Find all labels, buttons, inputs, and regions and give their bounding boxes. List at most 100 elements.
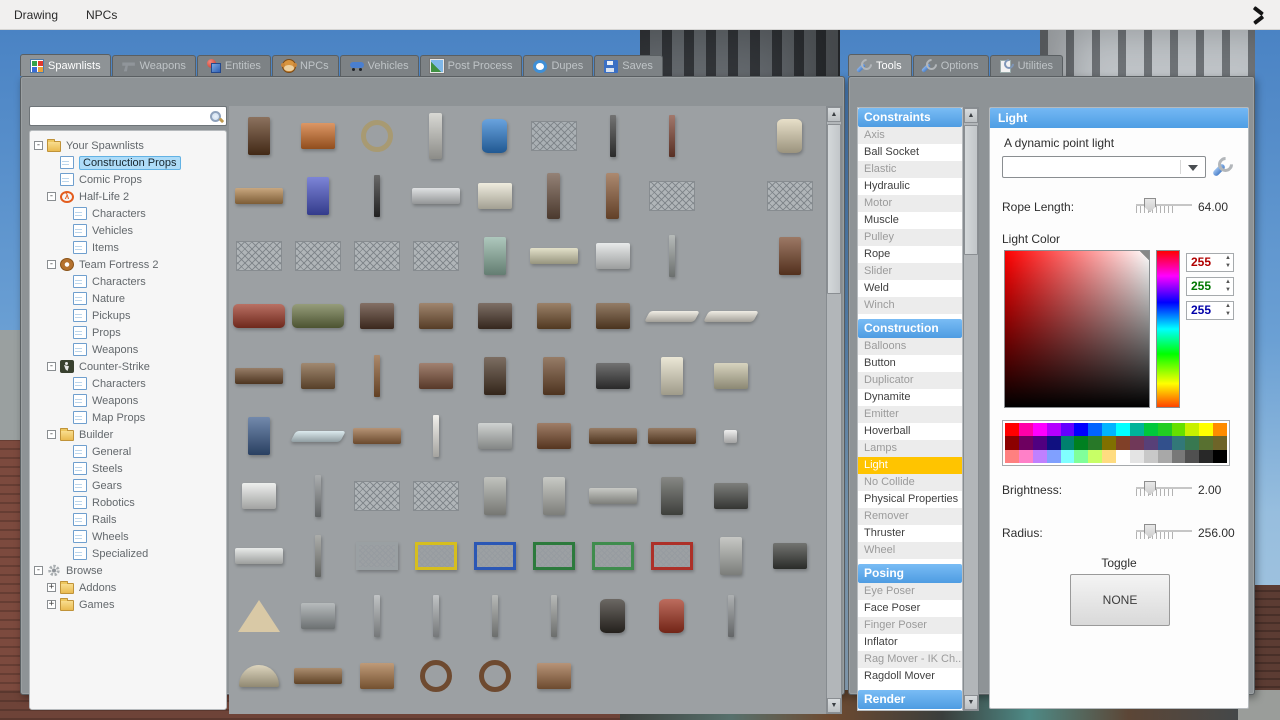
palette-swatch[interactable]: [1157, 449, 1172, 463]
palette-swatch[interactable]: [1046, 436, 1061, 450]
palette-swatch[interactable]: [1199, 423, 1214, 437]
prop-trash-bag[interactable]: [772, 543, 807, 569]
tree-item-weapons[interactable]: Weapons: [34, 341, 224, 358]
palette-swatch[interactable]: [1102, 449, 1116, 463]
prop-radiator[interactable]: [713, 363, 748, 389]
tree-item-rails[interactable]: Rails: [34, 511, 224, 528]
tree-item-comic-props[interactable]: Comic Props: [34, 171, 224, 188]
scroll-down-arrow[interactable]: ▼: [964, 695, 978, 710]
prop-lamp-post[interactable]: [373, 175, 380, 217]
tree-item-vehicles[interactable]: Vehicles: [34, 222, 224, 239]
preset-wrench-icon[interactable]: [1214, 157, 1234, 177]
prop-vent[interactable]: [536, 663, 571, 689]
palette-swatch[interactable]: [1060, 436, 1075, 450]
tool-item-physical-properties[interactable]: Physical Properties: [858, 491, 962, 508]
prop-ladder[interactable]: [432, 595, 439, 637]
palette-swatch[interactable]: [1032, 436, 1047, 450]
prop-lamp-shade[interactable]: [237, 600, 280, 632]
tool-item-winch[interactable]: Winch: [858, 297, 962, 314]
palette-swatch[interactable]: [1060, 449, 1075, 463]
palette-swatch[interactable]: [1143, 423, 1158, 437]
prop-ladder[interactable]: [373, 595, 380, 637]
prop-propane-tank[interactable]: [777, 119, 802, 153]
spin-arrows[interactable]: ▲ ▼: [1225, 302, 1231, 318]
prop-street-lamp[interactable]: [314, 475, 321, 517]
tree-item-browse[interactable]: - Browse: [34, 562, 224, 579]
prop-wood-rack[interactable]: [352, 428, 401, 444]
prop-cabinet[interactable]: [542, 357, 565, 395]
prop-cage-red[interactable]: [650, 542, 693, 570]
palette-swatch[interactable]: [1213, 436, 1227, 450]
tool-item-weld[interactable]: Weld: [858, 280, 962, 297]
tab-post-process[interactable]: Post Process: [419, 55, 523, 76]
prop-table[interactable]: [588, 428, 637, 444]
prop-sink[interactable]: [432, 415, 439, 457]
prop-monument[interactable]: [660, 477, 683, 515]
prop-wire-gate[interactable]: [353, 241, 400, 271]
tab-utilities[interactable]: Utilities: [989, 55, 1064, 76]
tool-item-muscle[interactable]: Muscle: [858, 212, 962, 229]
palette-swatch[interactable]: [1018, 449, 1033, 463]
tool-item-thruster[interactable]: Thruster: [858, 525, 962, 542]
tree-expander[interactable]: -: [47, 192, 56, 201]
prop-cage-gray[interactable]: [355, 542, 398, 570]
tree-item-builder[interactable]: - Builder: [34, 426, 224, 443]
prop-wire-fence[interactable]: [412, 481, 459, 511]
tree-expander[interactable]: -: [34, 141, 43, 150]
tool-item-hydraulic[interactable]: Hydraulic: [858, 178, 962, 195]
palette-swatch[interactable]: [1046, 449, 1061, 463]
prop-wire-fence[interactable]: [412, 241, 459, 271]
menu-item-drawing[interactable]: Drawing: [0, 0, 72, 30]
prop-gravestone[interactable]: [483, 477, 506, 515]
hue-bar[interactable]: [1156, 250, 1180, 408]
tool-item-no-collide[interactable]: No Collide: [858, 474, 962, 491]
tree-item-games[interactable]: + Games: [34, 596, 224, 613]
tree-item-props[interactable]: Props: [34, 324, 224, 341]
tool-item-pulley[interactable]: Pulley: [858, 229, 962, 246]
palette-swatch[interactable]: [1102, 436, 1116, 450]
tree-item-characters[interactable]: Characters: [34, 375, 224, 392]
palette-swatch[interactable]: [1005, 449, 1019, 463]
scroll-down-arrow[interactable]: ▼: [827, 698, 841, 713]
prop-desk[interactable]: [418, 363, 453, 389]
palette-swatch[interactable]: [1185, 449, 1200, 463]
palette-swatch[interactable]: [1129, 436, 1144, 450]
prop-bench[interactable]: [234, 188, 283, 204]
tree-expander[interactable]: -: [47, 260, 56, 269]
prop-metal-door[interactable]: [429, 113, 442, 159]
palette-swatch[interactable]: [1018, 436, 1033, 450]
tree-item-wheels[interactable]: Wheels: [34, 528, 224, 545]
prop-gravestone[interactable]: [542, 477, 565, 515]
prop-pillar[interactable]: [719, 537, 742, 575]
prop-shelf[interactable]: [477, 183, 512, 209]
tab-saves[interactable]: Saves: [594, 55, 663, 76]
prop-fountain[interactable]: [483, 237, 506, 275]
tree-expander[interactable]: -: [34, 566, 43, 575]
menu-item-npcs[interactable]: NPCs: [72, 0, 131, 30]
radius-slider[interactable]: [1136, 523, 1192, 541]
tree-item-robotics[interactable]: Robotics: [34, 494, 224, 511]
prop-side-table[interactable]: [300, 363, 335, 389]
rope-length-slider[interactable]: [1136, 197, 1192, 215]
tree-item-items[interactable]: Items: [34, 239, 224, 256]
prop-crate[interactable]: [595, 303, 630, 329]
color-saturation-square[interactable]: [1004, 250, 1150, 408]
scroll-thumb[interactable]: [827, 124, 841, 294]
tree-item-counter-strike[interactable]: - Counter-Strike: [34, 358, 224, 375]
prop-gas-tank-red[interactable]: [668, 115, 675, 157]
prop-washer[interactable]: [241, 483, 276, 509]
palette-swatch[interactable]: [1116, 423, 1130, 437]
prop-sideboard[interactable]: [234, 368, 283, 384]
tool-item-face-poser[interactable]: Face Poser: [858, 600, 962, 617]
palette-swatch[interactable]: [1102, 423, 1116, 437]
tab-entities[interactable]: Entities: [196, 55, 271, 76]
tree-item-steels[interactable]: Steels: [34, 460, 224, 477]
prop-mattress[interactable]: [702, 310, 759, 322]
tree-item-nature[interactable]: Nature: [34, 290, 224, 307]
prop-step[interactable]: [234, 548, 283, 564]
palette-swatch[interactable]: [1129, 449, 1144, 463]
prop-dresser[interactable]: [418, 303, 453, 329]
scroll-up-arrow[interactable]: ▲: [964, 108, 978, 123]
prop-wire-gate[interactable]: [353, 481, 400, 511]
tab-options[interactable]: Options: [912, 55, 989, 76]
